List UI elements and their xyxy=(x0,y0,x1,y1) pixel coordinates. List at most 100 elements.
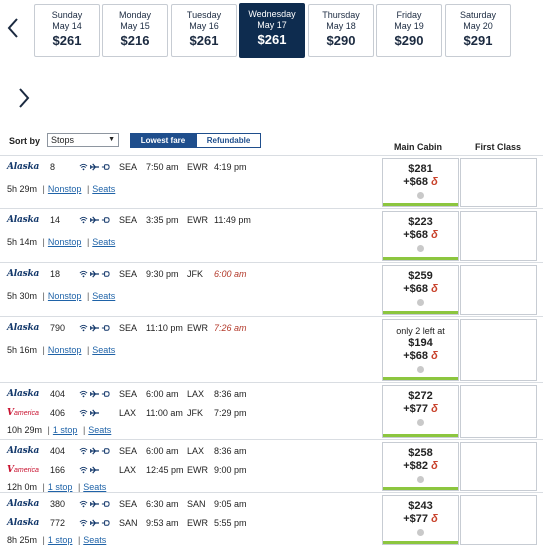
wifi-icon xyxy=(79,163,88,171)
fare-radio[interactable] xyxy=(417,366,424,373)
main-cabin-fare[interactable]: $258 +$82 δ xyxy=(382,442,459,491)
stops-link[interactable]: Nonstop xyxy=(48,237,82,247)
seats-link[interactable]: Seats xyxy=(92,184,115,194)
seats-link[interactable]: Seats xyxy=(83,482,106,492)
fare-fee: +$68 δ xyxy=(403,350,438,362)
power-outlet-icon xyxy=(101,391,110,397)
separator: | xyxy=(86,345,90,355)
date-price: $261 xyxy=(52,33,82,48)
main-cabin-fare[interactable]: $243 +$77 δ xyxy=(382,495,459,545)
departure-airport: LAX xyxy=(119,408,137,418)
prev-dates-arrow-icon[interactable] xyxy=(2,14,24,42)
first-class-fare[interactable] xyxy=(460,319,537,381)
stops-link[interactable]: Nonstop xyxy=(48,291,82,301)
duration: 5h 14m xyxy=(7,237,38,247)
date-date: May 17 xyxy=(257,20,287,30)
seats-link[interactable]: Seats xyxy=(92,291,115,301)
departure-airport: SEA xyxy=(119,499,138,509)
first-class-fare[interactable] xyxy=(460,211,537,261)
date-card[interactable]: Monday May 15 $216 xyxy=(102,4,168,57)
first-class-fare[interactable] xyxy=(460,158,537,207)
separator: | xyxy=(86,237,90,247)
plane-icon xyxy=(90,466,99,474)
departure-time: 6:00 am xyxy=(146,446,179,456)
amenities xyxy=(79,160,110,174)
arrival-time: 9:05 am xyxy=(214,499,247,509)
seats-link[interactable]: Seats xyxy=(83,535,106,545)
fare-radio[interactable] xyxy=(417,245,424,252)
virgin-america-logo: Vamerica xyxy=(7,408,39,418)
stops-link[interactable]: 1 stop xyxy=(48,482,73,492)
main-cabin-fare[interactable]: $259 +$68 δ xyxy=(382,265,459,315)
main-cabin-fare[interactable]: only 2 left at $194 +$68 δ xyxy=(382,319,459,381)
fare-radio[interactable] xyxy=(417,299,424,306)
departure-time: 9:53 am xyxy=(146,518,179,528)
date-card[interactable]: Friday May 19 $290 xyxy=(376,4,442,57)
first-class-fare[interactable] xyxy=(460,385,537,438)
arrival-time: 7:26 am xyxy=(214,323,247,333)
date-card[interactable]: Sunday May 14 $261 xyxy=(34,4,100,57)
lowest-fare-bar xyxy=(383,257,458,260)
sort-select[interactable]: Stops ▼ xyxy=(47,133,119,147)
next-dates-arrow-icon[interactable] xyxy=(13,84,35,112)
main-cabin-fare[interactable]: $223 +$68 δ xyxy=(382,211,459,261)
date-card[interactable]: Saturday May 20 $291 xyxy=(445,4,511,57)
fare-price: $243 xyxy=(408,500,433,512)
flight-segment: Alaska 8 SEA 7:50 am EWR 4:19 pm xyxy=(0,160,380,174)
date-card[interactable]: Thursday May 18 $290 xyxy=(308,4,374,57)
arrival-time: 8:36 am xyxy=(214,446,247,456)
fee-tag-icon: δ xyxy=(431,350,438,362)
seats-link[interactable]: Seats xyxy=(92,237,115,247)
main-cabin-fare[interactable]: $272 +$77 δ xyxy=(382,385,459,438)
amenities xyxy=(79,387,110,401)
plane-icon xyxy=(90,500,99,508)
main-cabin-fare[interactable]: $281 +$68 δ xyxy=(382,158,459,207)
refundable-toggle[interactable]: Refundable xyxy=(196,133,261,148)
separator: | xyxy=(47,425,50,435)
lowest-fare-toggle[interactable]: Lowest fare xyxy=(130,133,196,148)
fare-radio[interactable] xyxy=(417,192,424,199)
first-class-fare[interactable] xyxy=(460,442,537,491)
alaska-logo: Alaska xyxy=(7,446,40,456)
first-class-fare[interactable] xyxy=(460,495,537,545)
flight-segment: Vamerica 166 LAX 12:45 pm EWR 9:00 pm xyxy=(0,463,380,477)
fare-price: $281 xyxy=(408,163,433,175)
date-day: Friday xyxy=(396,10,422,20)
flight-meta: 5h 14m | Nonstop | Seats xyxy=(7,236,115,248)
flight-row: Alaska 380 SEA 6:30 am SAN 9:05 am Alask… xyxy=(0,492,543,546)
arrival-airport: EWR xyxy=(187,323,208,333)
arrival-time: 9:00 pm xyxy=(214,465,247,475)
flight-meta: 5h 16m | Nonstop | Seats xyxy=(7,344,115,356)
amenities xyxy=(79,267,110,281)
fare-fee: +$68 δ xyxy=(403,283,438,295)
date-card[interactable]: Wednesday May 17 $261 xyxy=(239,3,305,58)
departure-airport: SEA xyxy=(119,389,138,399)
date-card[interactable]: Tuesday May 16 $261 xyxy=(171,4,237,57)
separator: | xyxy=(42,184,45,194)
fare-fee: +$82 δ xyxy=(403,460,438,472)
stops-link[interactable]: 1 stop xyxy=(53,425,78,435)
date-date: May 20 xyxy=(463,21,493,31)
fare-radio[interactable] xyxy=(417,529,424,536)
stops-link[interactable]: Nonstop xyxy=(48,184,82,194)
seats-link[interactable]: Seats xyxy=(92,345,115,355)
stops-link[interactable]: 1 stop xyxy=(48,535,73,545)
fare-radio[interactable] xyxy=(417,419,424,426)
flight-segment: Alaska 380 SEA 6:30 am SAN 9:05 am xyxy=(0,497,380,511)
first-class-fare[interactable] xyxy=(460,265,537,315)
seats-link[interactable]: Seats xyxy=(88,425,111,435)
date-price: $290 xyxy=(394,33,424,48)
duration: 5h 16m xyxy=(7,345,38,355)
date-price: $290 xyxy=(326,33,356,48)
fare-radio[interactable] xyxy=(417,476,424,483)
departure-airport: SEA xyxy=(119,215,138,225)
alaska-logo: Alaska xyxy=(7,162,40,172)
arrival-time: 4:19 pm xyxy=(214,162,247,172)
stops-link[interactable]: Nonstop xyxy=(48,345,82,355)
fare-fee: +$68 δ xyxy=(403,176,438,188)
alaska-logo: Alaska xyxy=(7,499,40,509)
lowest-fare-bar xyxy=(383,377,458,380)
flight-segment: Alaska 772 SAN 9:53 am EWR 5:55 pm xyxy=(0,516,380,530)
separator: | xyxy=(42,345,45,355)
date-date: May 19 xyxy=(394,21,424,31)
